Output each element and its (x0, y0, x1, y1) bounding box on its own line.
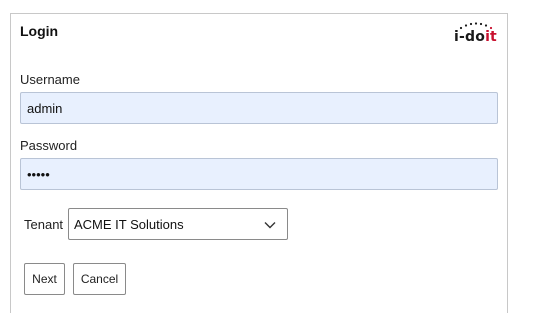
logo-prefix: i-do (454, 29, 486, 45)
i-doit-logo: i-doit (454, 22, 498, 46)
password-input[interactable] (20, 158, 498, 190)
logo-suffix: it (485, 29, 497, 45)
tenant-selected-value: ACME IT Solutions (74, 217, 184, 232)
tenant-select[interactable]: ACME IT Solutions (68, 208, 288, 240)
username-input[interactable] (20, 92, 498, 124)
logo-text: i-doit (454, 29, 497, 45)
login-panel: Login i-doit Username Password Tenant AC… (10, 13, 508, 313)
tenant-label: Tenant (24, 217, 64, 232)
chevron-down-icon (264, 222, 276, 229)
password-label: Password (20, 138, 78, 153)
login-title: Login (20, 23, 59, 39)
next-button[interactable]: Next (24, 263, 65, 295)
username-label: Username (20, 72, 80, 87)
cancel-button[interactable]: Cancel (73, 263, 126, 295)
